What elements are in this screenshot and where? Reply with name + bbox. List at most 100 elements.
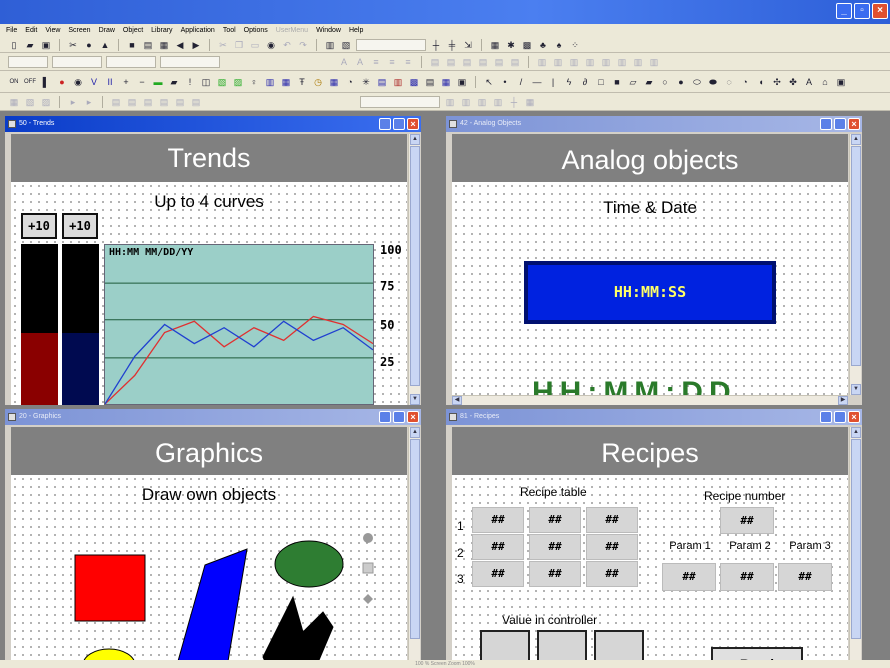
menu-tool[interactable]: Tool <box>223 27 236 34</box>
plus-ten-button[interactable]: +10 <box>21 213 57 239</box>
minimize-icon[interactable] <box>379 411 391 423</box>
close-icon[interactable]: × <box>407 118 419 130</box>
recipe-cell[interactable]: ## <box>586 534 638 560</box>
recipe-icon[interactable]: ▥ <box>392 76 404 88</box>
pointer-icon[interactable]: ↖ <box>483 76 495 88</box>
transfer-icon[interactable]: ⇲ <box>462 39 474 51</box>
move-right-icon[interactable]: ▸ <box>67 96 79 108</box>
scroll-down-icon[interactable]: ▼ <box>410 394 420 405</box>
menu-draw[interactable]: Draw <box>99 27 115 34</box>
menu-usermenu[interactable]: UserMenu <box>276 27 308 34</box>
menu-view[interactable]: View <box>45 27 60 34</box>
filled-parallelogram-icon[interactable]: ▰ <box>643 76 655 88</box>
line-icon[interactable]: / <box>515 76 527 88</box>
size-combo[interactable] <box>106 55 156 68</box>
scroll-up-icon[interactable]: ▲ <box>851 427 861 438</box>
screen-icon[interactable]: ■ <box>126 39 138 51</box>
analog-window-titlebar[interactable]: 42 - Analog Objects × <box>446 116 862 132</box>
arrange-6-icon[interactable]: ▤ <box>509 56 521 68</box>
maximize-icon[interactable] <box>393 118 405 130</box>
layer-3-icon[interactable]: ▤ <box>142 96 154 108</box>
gauge-icon[interactable]: ◔ <box>344 76 356 88</box>
arrange-3-icon[interactable]: ▤ <box>461 56 473 68</box>
back-icon[interactable]: ◀ <box>174 39 186 51</box>
symbol-icon[interactable]: ♣ <box>537 39 549 51</box>
grey-dot[interactable] <box>363 533 373 543</box>
table-icon[interactable]: ▦ <box>158 39 170 51</box>
chart-icon[interactable]: ▥ <box>264 76 276 88</box>
vline-icon[interactable]: | <box>547 76 559 88</box>
recipe-cell[interactable]: ## <box>586 507 638 533</box>
size-4-icon[interactable]: ▥ <box>584 56 596 68</box>
scroll-down-icon[interactable]: ▼ <box>851 384 861 395</box>
copy-icon[interactable]: ❐ <box>233 39 245 51</box>
block-icon[interactable]: ▥ <box>324 39 336 51</box>
screen-combo[interactable] <box>360 95 440 108</box>
bar-graph[interactable] <box>62 244 99 405</box>
block-list-icon[interactable]: ▧ <box>340 39 352 51</box>
screen-1-icon[interactable]: ▥ <box>444 96 456 108</box>
value-icon[interactable]: V <box>88 76 100 88</box>
grid-icon[interactable]: ▤ <box>142 39 154 51</box>
size-2-icon[interactable]: ▥ <box>552 56 564 68</box>
bar-object-icon[interactable]: ▬ <box>152 76 164 88</box>
vertical-scrollbar[interactable]: ▲ ▼ <box>408 427 420 668</box>
screen-4-icon[interactable]: ▥ <box>492 96 504 108</box>
hline-icon[interactable]: — <box>531 76 543 88</box>
library-icon[interactable]: ▩ <box>521 39 533 51</box>
digital-icon[interactable]: II <box>104 76 116 88</box>
recipes-window-titlebar[interactable]: 81 - Recipes × <box>446 409 862 425</box>
layout-icon[interactable]: ▦ <box>489 39 501 51</box>
screen-3-icon[interactable]: ▥ <box>476 96 488 108</box>
graphics-canvas[interactable]: Graphics Draw own objects <box>11 427 407 668</box>
recipe-cell[interactable]: ## <box>529 561 581 587</box>
menu-file[interactable]: File <box>6 27 17 34</box>
screen-6-icon[interactable]: ▦ <box>524 96 536 108</box>
find-icon[interactable]: ◉ <box>265 39 277 51</box>
date-icon[interactable]: ▦ <box>328 76 340 88</box>
chart-2-icon[interactable]: ▦ <box>280 76 292 88</box>
menu-application[interactable]: Application <box>181 27 215 34</box>
layer-combo[interactable] <box>160 55 220 68</box>
italic-icon[interactable]: A <box>354 56 366 68</box>
param-field[interactable]: ## <box>720 563 774 591</box>
plus-ten-button[interactable]: +10 <box>62 213 98 239</box>
shape-b-icon[interactable]: ✣ <box>771 76 783 88</box>
arrange-4-icon[interactable]: ▤ <box>477 56 489 68</box>
size-7-icon[interactable]: ▥ <box>632 56 644 68</box>
align-icon[interactable]: ┼ <box>430 39 442 51</box>
panel-icon[interactable]: ▩ <box>408 76 420 88</box>
filled-ellipse-icon[interactable]: ⬬ <box>707 76 719 88</box>
scroll-up-icon[interactable]: ▲ <box>410 427 420 438</box>
scroll-up-icon[interactable]: ▲ <box>410 134 420 145</box>
dots-icon[interactable]: ⁘ <box>569 39 581 51</box>
list-icon[interactable]: ▦ <box>440 76 452 88</box>
scroll-thumb[interactable] <box>410 439 420 639</box>
ungroup-icon[interactable]: ▧ <box>24 96 36 108</box>
recipe-cell[interactable]: ## <box>472 534 524 560</box>
ellipse-icon[interactable]: ⬭ <box>691 76 703 88</box>
size-6-icon[interactable]: ▥ <box>616 56 628 68</box>
save-icon[interactable]: ▣ <box>40 39 52 51</box>
trends-window-titlebar[interactable]: 50 - Trends × <box>5 116 421 132</box>
recipe-cell[interactable]: ## <box>529 534 581 560</box>
scroll-thumb[interactable] <box>410 146 420 386</box>
menu-help[interactable]: Help <box>349 27 363 34</box>
close-icon[interactable]: × <box>848 118 860 130</box>
arc-icon[interactable]: ◌ <box>723 76 735 88</box>
scroll-left-icon[interactable]: ◀ <box>452 396 462 405</box>
menu-object[interactable]: Object <box>123 27 143 34</box>
recipe-cell[interactable]: ## <box>472 561 524 587</box>
box-icon[interactable]: ▣ <box>456 76 468 88</box>
menu-options[interactable]: Options <box>244 27 268 34</box>
grey-diamond[interactable] <box>363 594 373 604</box>
red-rectangle[interactable] <box>74 554 146 622</box>
menu-screen[interactable]: Screen <box>68 27 90 34</box>
bulb-icon[interactable]: ● <box>83 39 95 51</box>
meter-icon[interactable]: ◫ <box>200 76 212 88</box>
cut-icon[interactable]: ✂ <box>67 39 79 51</box>
layer-5-icon[interactable]: ▤ <box>174 96 186 108</box>
size-1-icon[interactable]: ▥ <box>536 56 548 68</box>
green-ellipse[interactable] <box>274 540 344 588</box>
restore-icon[interactable]: ▫ <box>854 3 870 19</box>
